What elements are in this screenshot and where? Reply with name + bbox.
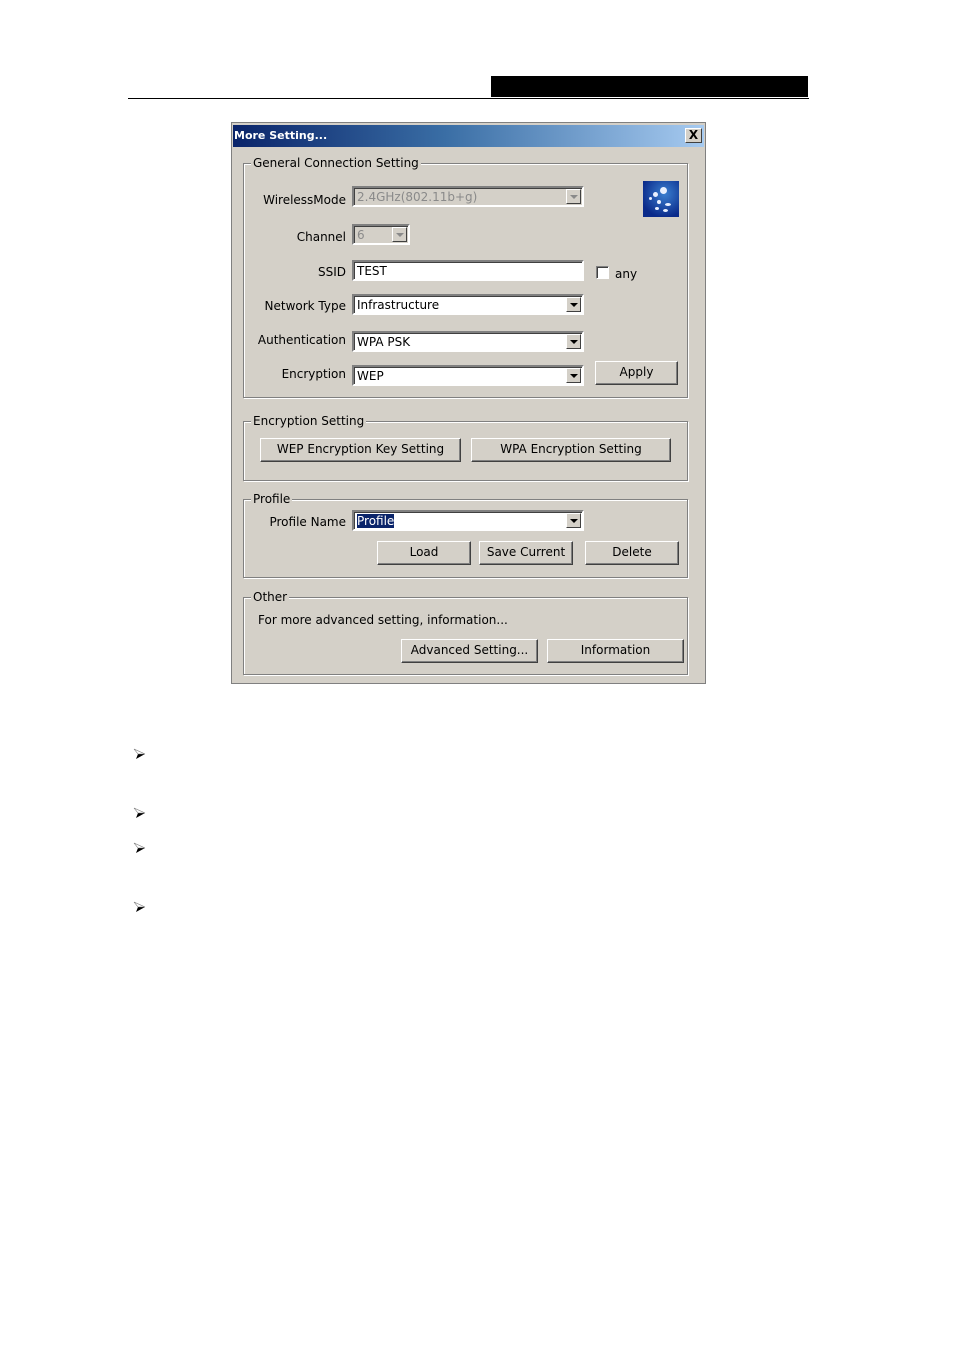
- other-description: For more advanced setting, information..…: [258, 613, 508, 627]
- encryption-setting-legend: Encryption Setting: [251, 413, 367, 429]
- header-rule: [128, 98, 809, 99]
- profile-legend: Profile: [251, 491, 293, 507]
- title-bar[interactable]: More Setting... X: [233, 125, 704, 147]
- delete-button[interactable]: Delete: [585, 541, 679, 565]
- chevron-down-icon[interactable]: [566, 513, 581, 528]
- ssid-input[interactable]: TEST: [352, 260, 584, 281]
- arrowhead-bullet-icon: [133, 842, 146, 853]
- network-type-label: Network Type: [264, 299, 346, 313]
- chevron-down-icon[interactable]: [566, 368, 581, 383]
- encryption-value: WEP: [357, 369, 384, 383]
- ssid-label: SSID: [317, 265, 346, 279]
- advanced-setting-button[interactable]: Advanced Setting...: [401, 639, 538, 663]
- wireless-mode-label: WirelessMode: [263, 193, 346, 207]
- encryption-label: Encryption: [281, 367, 346, 381]
- dialog-title: More Setting...: [234, 129, 328, 142]
- general-connection-legend: General Connection Setting: [251, 155, 421, 171]
- wireless-mode-select[interactable]: 2.4GHz(802.11b+g): [352, 186, 584, 207]
- authentication-value: WPA PSK: [357, 335, 411, 349]
- close-button[interactable]: X: [685, 128, 702, 143]
- profile-name-label: Profile Name: [269, 515, 346, 529]
- close-icon: X: [688, 128, 699, 142]
- profile-name-combobox[interactable]: Profile: [352, 510, 584, 531]
- ssid-value: TEST: [357, 264, 387, 278]
- encryption-select[interactable]: WEP: [352, 365, 584, 386]
- any-checkbox[interactable]: [596, 266, 609, 279]
- information-button[interactable]: Information: [547, 639, 684, 663]
- arrowhead-bullet-icon: [133, 748, 146, 759]
- save-current-button[interactable]: Save Current: [479, 541, 573, 565]
- profile-group: Profile Profile Name Profile Load Save C…: [243, 491, 688, 578]
- authentication-select[interactable]: WPA PSK: [352, 331, 584, 352]
- header-black-bar: [491, 76, 808, 97]
- authentication-label: Authentication: [257, 333, 346, 347]
- any-label[interactable]: any: [615, 267, 637, 281]
- encryption-setting-group: Encryption Setting WEP Encryption Key Se…: [243, 413, 688, 481]
- channel-value: 6: [357, 228, 365, 242]
- chevron-down-icon[interactable]: [392, 227, 407, 242]
- other-group: Other For more advanced setting, informa…: [243, 589, 688, 675]
- arrowhead-bullet-icon: [133, 901, 146, 912]
- profile-name-value: Profile: [357, 514, 395, 528]
- network-type-value: Infrastructure: [357, 298, 440, 312]
- other-legend: Other: [251, 589, 290, 605]
- channel-label: Channel: [296, 230, 346, 244]
- chevron-down-icon[interactable]: [566, 297, 581, 312]
- chevron-down-icon[interactable]: [566, 334, 581, 349]
- more-setting-dialog: More Setting... X General Connection Set…: [231, 122, 706, 684]
- arrowhead-bullet-icon: [133, 807, 146, 818]
- network-type-select[interactable]: Infrastructure: [352, 294, 584, 315]
- chevron-down-icon[interactable]: [566, 189, 581, 204]
- wpa-encryption-button[interactable]: WPA Encryption Setting: [471, 438, 671, 462]
- load-button[interactable]: Load: [377, 541, 471, 565]
- apply-button[interactable]: Apply: [595, 361, 678, 385]
- general-connection-group: General Connection Setting WirelessMode …: [243, 155, 688, 398]
- wireless-logo-icon: [643, 181, 679, 217]
- wep-encryption-key-button[interactable]: WEP Encryption Key Setting: [260, 438, 461, 462]
- channel-select[interactable]: 6: [352, 224, 410, 245]
- wireless-mode-value: 2.4GHz(802.11b+g): [357, 190, 478, 204]
